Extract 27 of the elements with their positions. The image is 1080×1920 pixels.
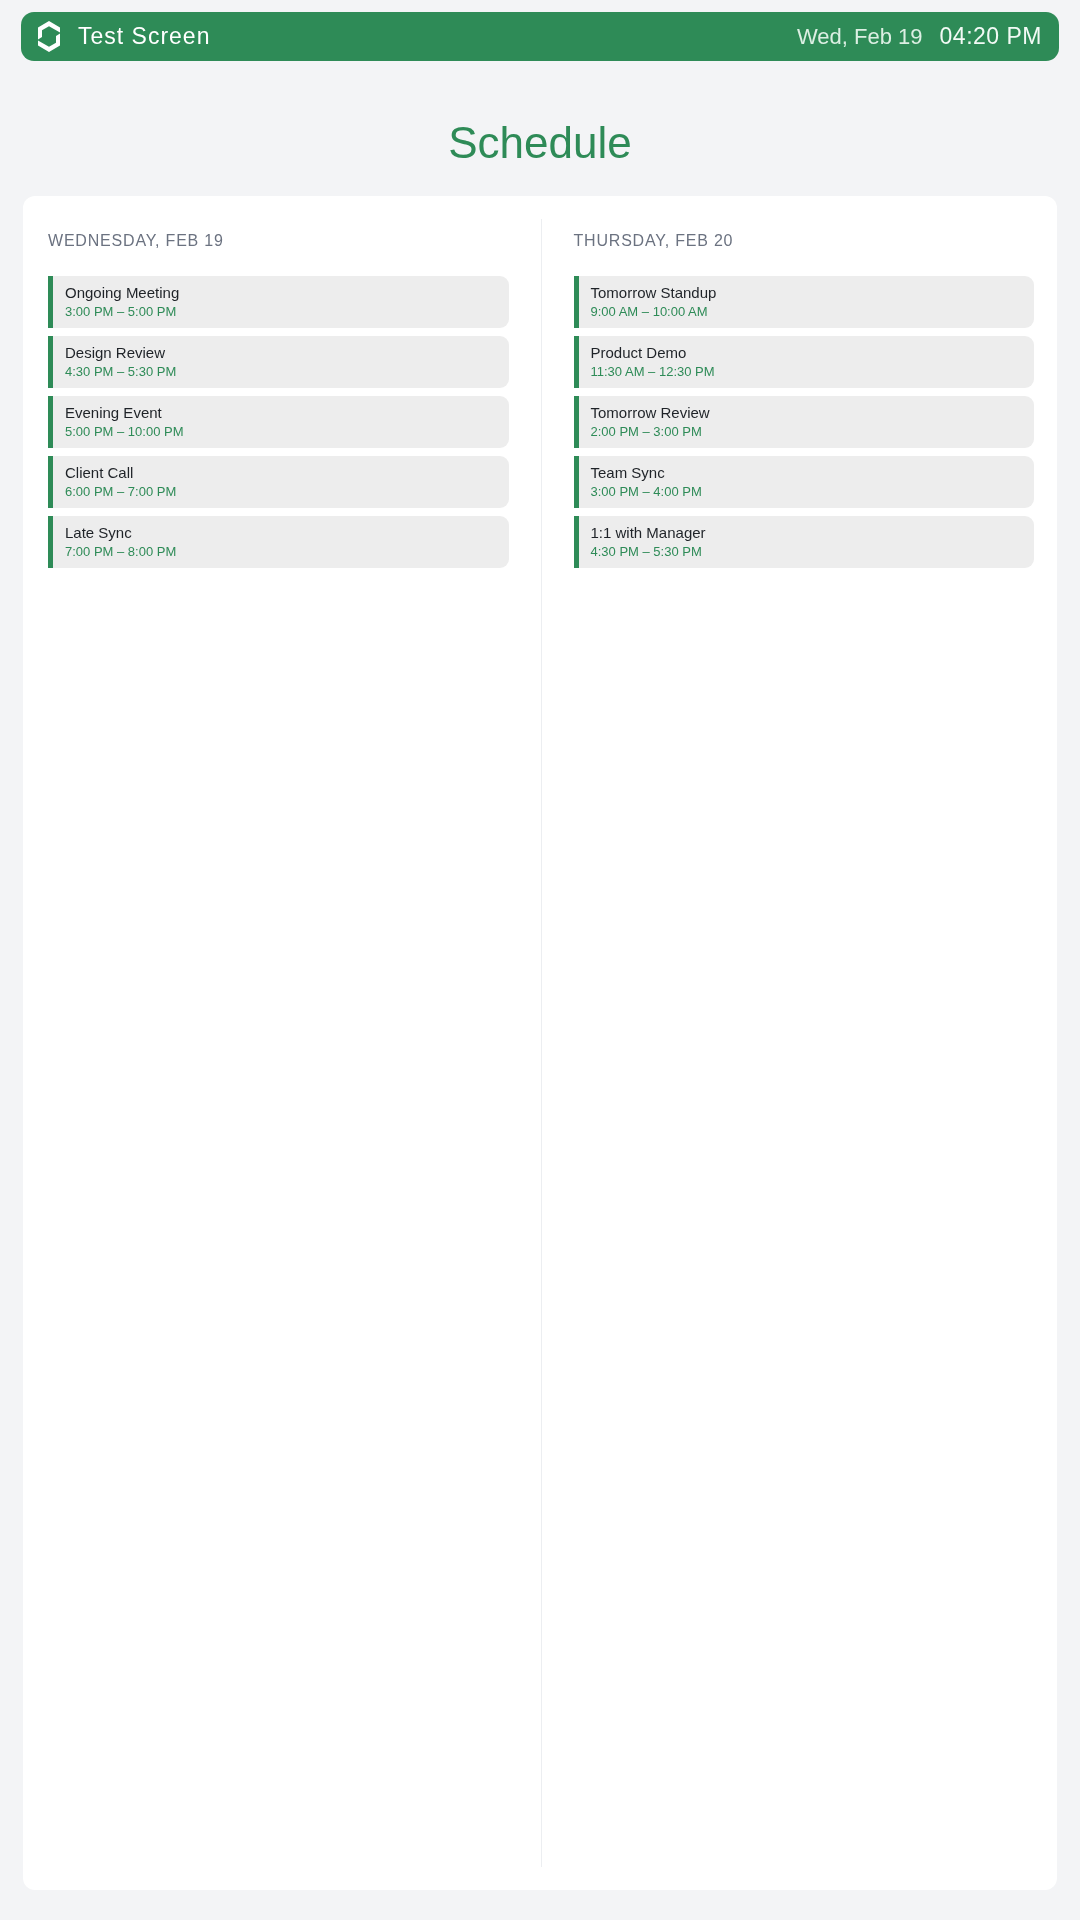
event-title: Tomorrow Standup — [590, 284, 717, 302]
event-title: Evening Event — [65, 404, 162, 422]
page-title: Schedule — [448, 117, 632, 169]
event-time: 5:00 PM – 10:00 PM — [65, 424, 184, 440]
event-time: 11:30 AM – 12:30 PM — [590, 364, 715, 380]
event-title: Ongoing Meeting — [65, 284, 180, 302]
event-title: Design Review — [65, 344, 166, 362]
event-time: 4:30 PM – 5:30 PM — [590, 544, 702, 560]
event-title: Product Demo — [590, 344, 687, 362]
header-time: 04:20 PM — [939, 23, 1042, 50]
event-time: 2:00 PM – 3:00 PM — [590, 424, 702, 440]
day-heading: THURSDAY, FEB 20 — [573, 231, 734, 251]
event-time: 9:00 AM – 10:00 AM — [590, 304, 708, 320]
app-title: Test Screen — [78, 23, 211, 50]
event-time: 3:00 PM – 5:00 PM — [65, 304, 177, 320]
event-title: Team Sync — [590, 464, 665, 482]
event-title: Client Call — [65, 464, 134, 482]
event-time: 6:00 PM – 7:00 PM — [65, 484, 177, 500]
event-title: 1:1 with Manager — [590, 524, 706, 542]
header-date: Wed, Feb 19 — [797, 23, 923, 50]
event-time: 4:30 PM – 5:30 PM — [65, 364, 177, 380]
event-time: 7:00 PM – 8:00 PM — [65, 544, 177, 560]
logo-icon — [37, 21, 61, 52]
event-title: Tomorrow Review — [590, 404, 710, 422]
event-title: Late Sync — [65, 524, 132, 542]
event-time: 3:00 PM – 4:00 PM — [590, 484, 702, 500]
day-heading: WEDNESDAY, FEB 19 — [48, 231, 224, 251]
